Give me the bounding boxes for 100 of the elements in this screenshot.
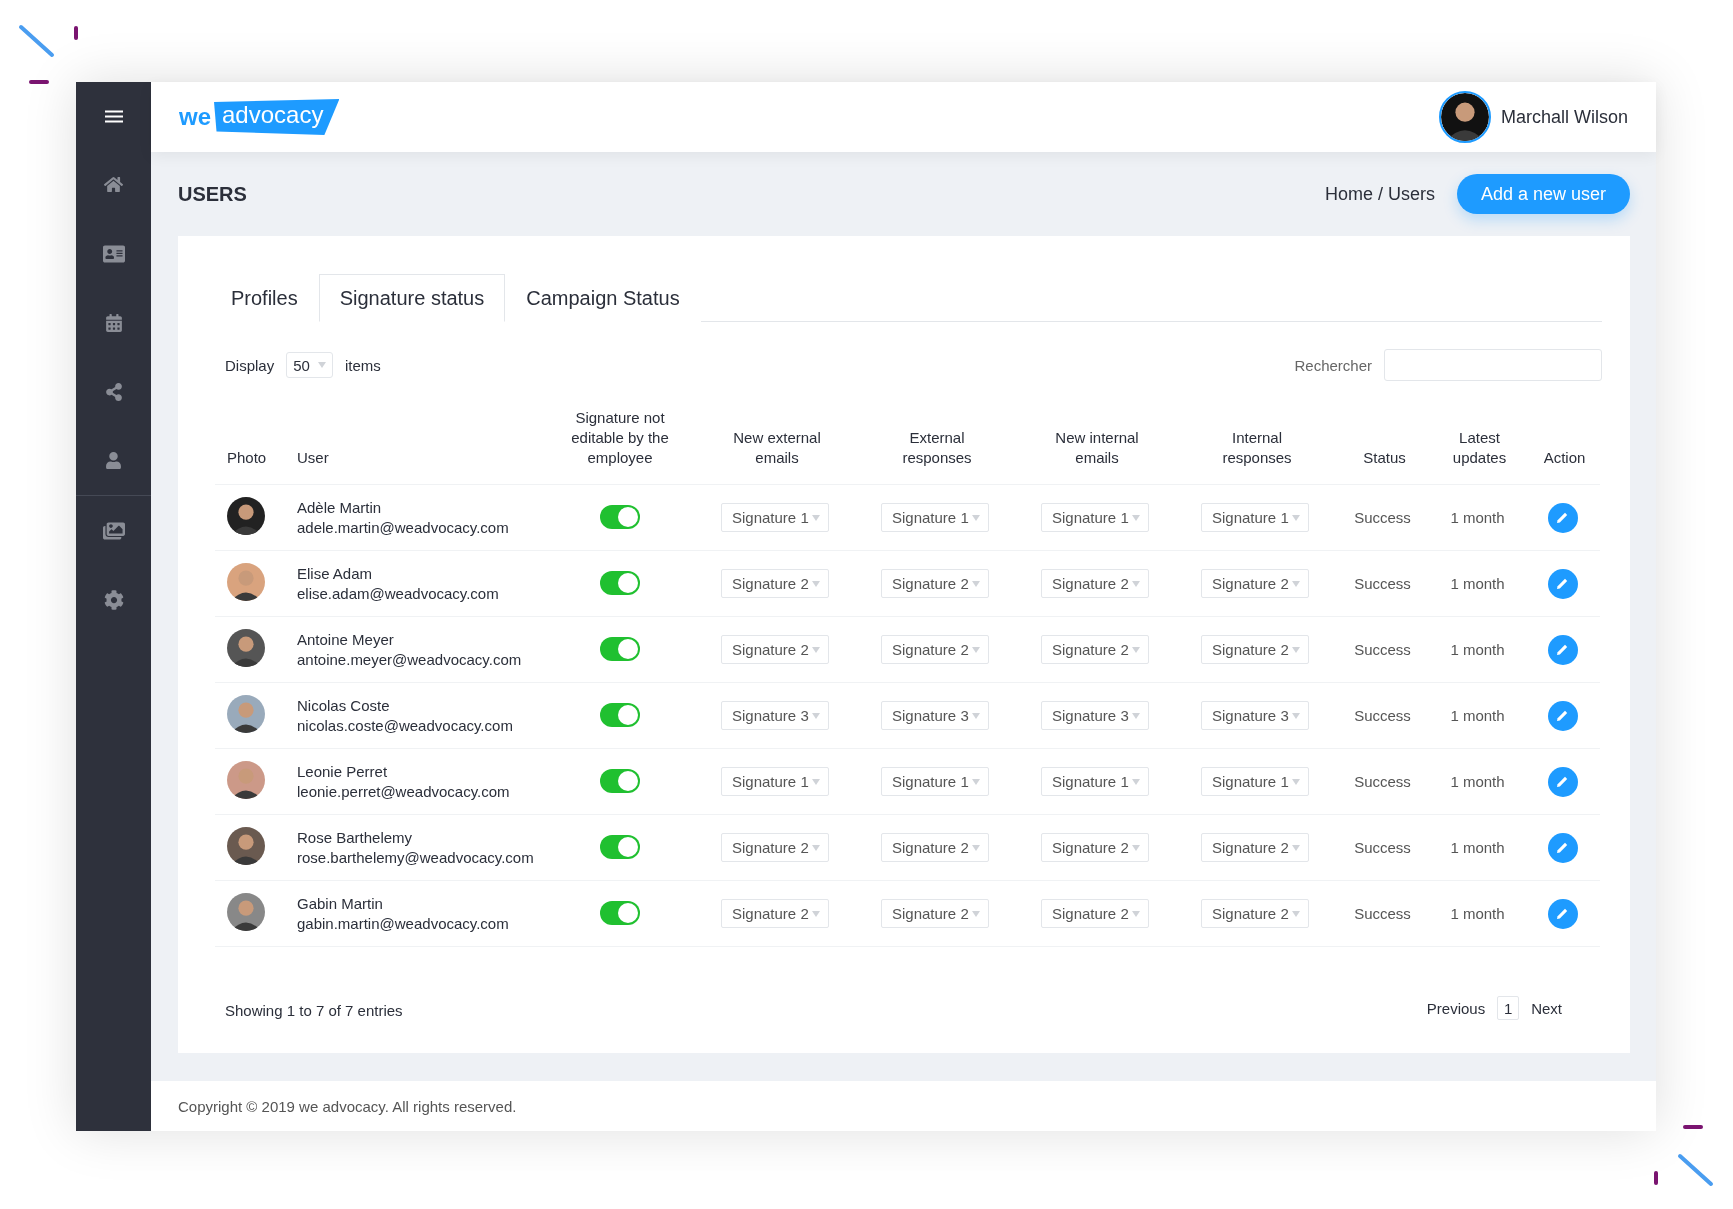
signature-select[interactable]: Signature 2 — [881, 833, 989, 862]
edit-button[interactable] — [1547, 766, 1578, 797]
caret-icon — [1292, 580, 1300, 587]
signature-select[interactable]: Signature 2 — [1041, 569, 1149, 598]
update-time: 1 month — [1450, 706, 1505, 724]
update-time: 1 month — [1450, 772, 1505, 790]
images-icon[interactable] — [102, 519, 125, 542]
user-email: rose.barthelemy@weadvocacy.com — [297, 847, 534, 868]
status-text: Success — [1354, 838, 1411, 856]
tab[interactable]: Signature status — [318, 274, 506, 322]
logo-word: we — [179, 103, 211, 131]
status-text: Success — [1354, 706, 1411, 724]
user-name: Nicolas Coste — [297, 695, 390, 716]
pencil-icon — [1556, 511, 1569, 524]
column-header: Signature not editable by the employee — [570, 408, 670, 468]
caret-icon — [972, 514, 980, 521]
menu-icon[interactable] — [104, 109, 123, 123]
signature-select[interactable]: Signature 2 — [881, 899, 989, 928]
signature-select[interactable]: Signature 1 — [1041, 503, 1149, 532]
signature-select[interactable]: Signature 2 — [1041, 833, 1149, 862]
user-name: Leonie Perret — [297, 761, 388, 782]
display-label: Display — [225, 356, 275, 374]
id-card-icon[interactable] — [102, 242, 125, 265]
signature-select[interactable]: Signature 2 — [721, 569, 829, 598]
signature-select[interactable]: Signature 2 — [721, 899, 829, 928]
caret-icon — [1292, 514, 1300, 521]
signature-select[interactable]: Signature 2 — [1201, 569, 1309, 598]
toggle-switch[interactable] — [600, 900, 640, 925]
caret-icon — [812, 778, 820, 785]
edit-button[interactable] — [1547, 700, 1578, 731]
pencil-icon — [1556, 775, 1569, 788]
signature-select[interactable]: Signature 1 — [1201, 503, 1309, 532]
column-header: Latest updates — [1451, 428, 1508, 468]
caret-icon — [1132, 712, 1140, 719]
signature-select[interactable]: Signature 1 — [881, 503, 989, 532]
user-name: Antoine Meyer — [297, 629, 394, 650]
toggle-switch[interactable] — [600, 636, 640, 661]
breadcrumb: Home / Users — [1324, 183, 1435, 205]
edit-button[interactable] — [1547, 568, 1578, 599]
user-name[interactable]: Marchall Wilson — [1500, 106, 1628, 128]
signature-select[interactable]: Signature 2 — [1201, 635, 1309, 664]
user-name: Elise Adam — [297, 563, 373, 584]
caret-icon — [1132, 910, 1140, 917]
caret-icon — [972, 712, 980, 719]
next-link[interactable]: Next — [1531, 999, 1562, 1017]
toggle-switch[interactable] — [600, 768, 640, 793]
signature-select[interactable]: Signature 2 — [1201, 833, 1309, 862]
edit-button[interactable] — [1547, 502, 1578, 533]
calendar-icon[interactable] — [104, 313, 123, 332]
signature-select[interactable]: Signature 1 — [721, 767, 829, 796]
edit-button[interactable] — [1547, 898, 1578, 929]
user-email: adele.martin@weadvocacy.com — [297, 517, 509, 538]
page-size-select[interactable]: 50 — [286, 352, 333, 378]
caret-icon — [972, 580, 980, 587]
signature-select[interactable]: Signature 1 — [1201, 767, 1309, 796]
toggle-switch[interactable] — [600, 504, 640, 529]
caret-icon — [972, 910, 980, 917]
toggle-switch[interactable] — [600, 702, 640, 727]
signature-select[interactable]: Signature 3 — [1201, 701, 1309, 730]
copyright: Copyright © 2019 we advocacy. All rights reserved. — [178, 1097, 517, 1115]
settings-icon[interactable] — [103, 589, 124, 610]
signature-select[interactable]: Signature 3 — [881, 701, 989, 730]
caret-icon — [1132, 844, 1140, 851]
column-header: Photo — [227, 448, 267, 468]
home-icon[interactable] — [104, 175, 123, 194]
page-title: USERS — [178, 182, 247, 206]
column-header: Internal responses — [1221, 428, 1293, 468]
toggle-switch[interactable] — [600, 834, 640, 859]
caret-icon — [1132, 646, 1140, 653]
pencil-icon — [1556, 709, 1569, 722]
signature-select[interactable]: Signature 2 — [721, 833, 829, 862]
signature-select[interactable]: Signature 2 — [1041, 635, 1149, 664]
column-header: Action — [1543, 448, 1586, 468]
previous-link[interactable]: Previous — [1426, 999, 1486, 1017]
signature-select[interactable]: Signature 1 — [881, 767, 989, 796]
caret-icon — [1132, 778, 1140, 785]
signature-select[interactable]: Signature 3 — [1041, 701, 1149, 730]
caret-icon — [812, 514, 820, 521]
status-text: Success — [1354, 640, 1411, 658]
search-field[interactable] — [1384, 349, 1602, 381]
pencil-icon — [1556, 577, 1569, 590]
edit-button[interactable] — [1547, 634, 1578, 665]
caret-icon — [812, 844, 820, 851]
signature-select[interactable]: Signature 1 — [1041, 767, 1149, 796]
caret-icon — [1292, 844, 1300, 851]
signature-select[interactable]: Signature 2 — [881, 569, 989, 598]
user-email: leonie.perret@weadvocacy.com — [297, 781, 510, 802]
user-email: nicolas.coste@weadvocacy.com — [297, 715, 513, 736]
page-number[interactable]: 1 — [1497, 996, 1520, 1020]
edit-button[interactable] — [1547, 832, 1578, 863]
signature-select[interactable]: Signature 2 — [1201, 899, 1309, 928]
user-icon[interactable] — [105, 452, 122, 469]
signature-select[interactable]: Signature 2 — [881, 635, 989, 664]
entries-info: Showing 1 to 7 of 7 entries — [225, 1001, 403, 1019]
signature-select[interactable]: Signature 2 — [1041, 899, 1149, 928]
signature-select[interactable]: Signature 2 — [721, 635, 829, 664]
signature-select[interactable]: Signature 1 — [721, 503, 829, 532]
signature-select[interactable]: Signature 3 — [721, 701, 829, 730]
toggle-switch[interactable] — [600, 570, 640, 595]
share-icon[interactable] — [104, 382, 123, 401]
